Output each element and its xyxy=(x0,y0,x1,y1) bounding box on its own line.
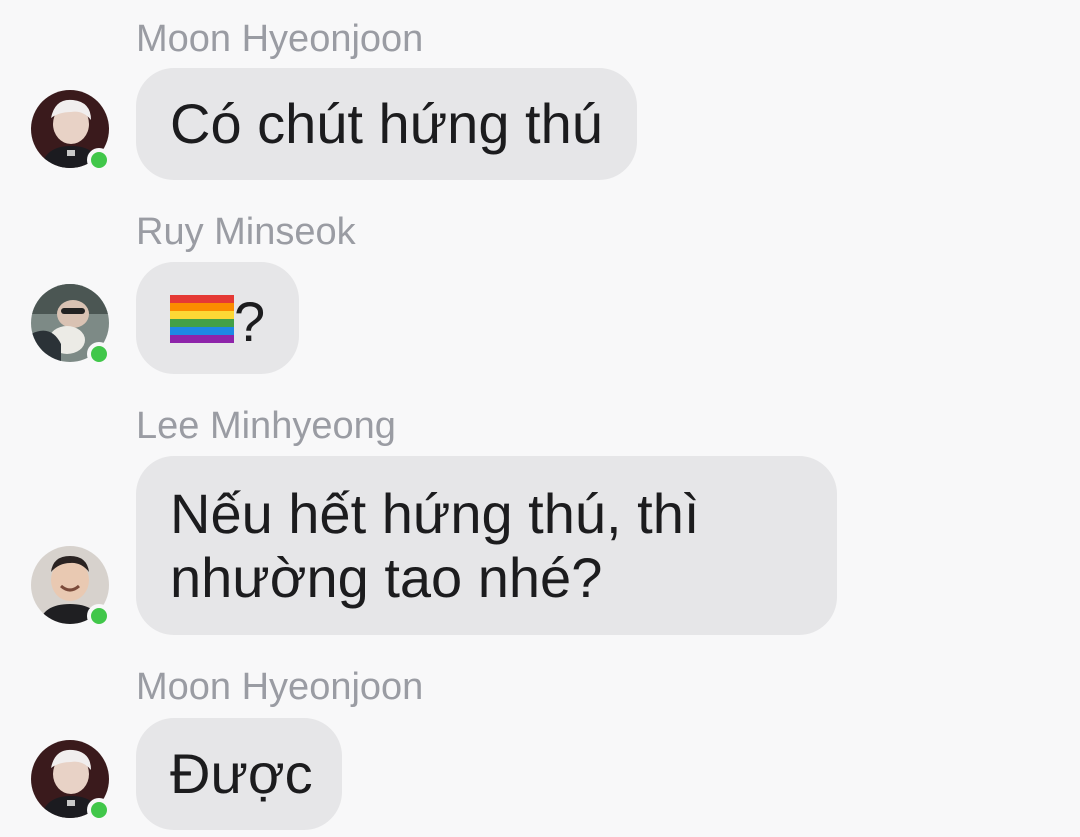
chat-message-list: Moon Hyeonjoon Có chút hứng thú Ruy Mins… xyxy=(0,0,1080,837)
message-text: Có chút hứng thú xyxy=(170,92,603,155)
sender-name: Ruy Minseok xyxy=(136,211,356,253)
sender-name: Lee Minhyeong xyxy=(136,405,396,447)
online-status-indicator xyxy=(87,798,111,822)
message-text: ? xyxy=(234,290,266,354)
avatar[interactable] xyxy=(31,546,111,628)
online-status-indicator xyxy=(87,604,111,628)
sender-name: Moon Hyeonjoon xyxy=(136,666,424,708)
sender-name: Moon Hyeonjoon xyxy=(136,18,424,60)
avatar[interactable] xyxy=(31,90,111,172)
avatar[interactable] xyxy=(31,740,111,822)
online-status-indicator xyxy=(87,148,111,172)
online-status-indicator xyxy=(87,342,111,366)
avatar[interactable] xyxy=(31,284,111,366)
message-text: Được xyxy=(170,742,313,805)
message-text-line: Nếu hết hứng thú, thì xyxy=(170,482,700,545)
message-bubble[interactable]: Có chút hứng thú xyxy=(136,68,637,180)
message-bubble[interactable]: ? xyxy=(136,262,299,374)
message-bubble[interactable]: Được xyxy=(136,718,342,830)
message-bubble[interactable]: Nếu hết hứng thú, thì nhường tao nhé? xyxy=(136,456,837,635)
rainbow-flag-icon xyxy=(170,295,234,344)
message-text-line: nhường tao nhé? xyxy=(170,546,603,609)
